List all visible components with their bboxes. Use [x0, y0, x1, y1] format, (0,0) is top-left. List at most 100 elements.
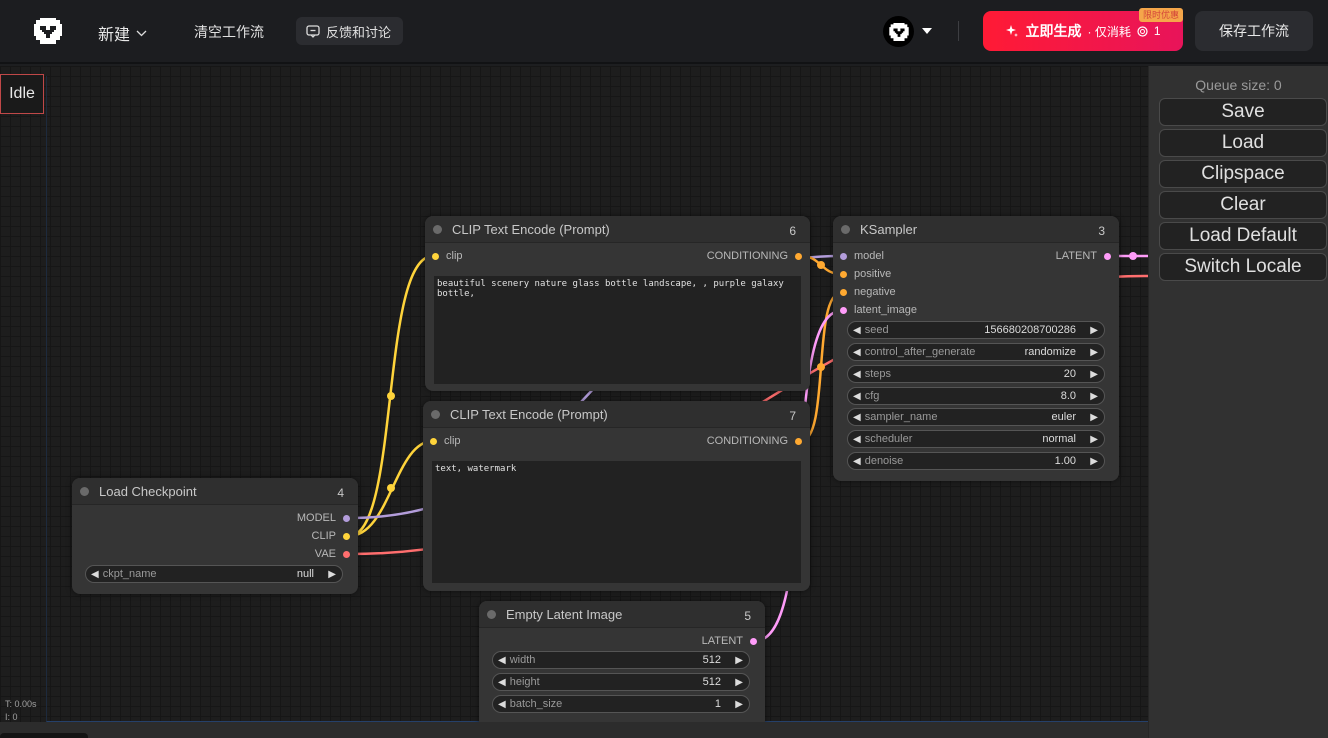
collapse-dot-icon[interactable]: [80, 486, 89, 496]
widget-seed[interactable]: ◀ seed 156680208700286 ▶: [847, 321, 1105, 339]
node-clip-text-encode-positive[interactable]: CLIP Text Encode (Prompt) 6 clip CONDITI…: [425, 216, 810, 391]
slot-dot-icon[interactable]: [840, 270, 847, 278]
bottom-tab[interactable]: [0, 733, 88, 738]
link-midpoint[interactable]: [387, 484, 395, 492]
stats-time: T: 0.00s: [5, 699, 37, 709]
decrement-arrow-icon[interactable]: ◀: [498, 677, 506, 688]
slot-dot-icon[interactable]: [343, 550, 350, 558]
slot-dot-icon[interactable]: [840, 252, 847, 260]
prompt-textarea[interactable]: beautiful scenery nature glass bottle la…: [434, 276, 801, 384]
user-avatar[interactable]: [883, 16, 914, 47]
decrement-arrow-icon[interactable]: ◀: [853, 369, 861, 380]
decrement-arrow-icon[interactable]: ◀: [91, 569, 99, 580]
decrement-arrow-icon[interactable]: ◀: [498, 699, 506, 710]
increment-arrow-icon[interactable]: ▶: [1090, 369, 1098, 380]
increment-arrow-icon[interactable]: ▶: [1090, 434, 1098, 445]
slot-dot-icon[interactable]: [343, 532, 350, 540]
increment-arrow-icon[interactable]: ▶: [1090, 391, 1098, 402]
widget-cfg[interactable]: ◀ cfg 8.0 ▶: [847, 387, 1105, 405]
widget-scheduler[interactable]: ◀ scheduler normal ▶: [847, 430, 1105, 448]
widget-width[interactable]: ◀ width 512 ▶: [492, 651, 750, 669]
output-slot-conditioning[interactable]: CONDITIONING: [707, 432, 802, 450]
decrement-arrow-icon[interactable]: ◀: [853, 456, 861, 467]
node-title-bar[interactable]: Empty Latent Image 5: [479, 601, 765, 628]
pixel-skull-logo-icon[interactable]: [34, 18, 62, 44]
collapse-dot-icon[interactable]: [433, 224, 442, 234]
slot-dot-icon[interactable]: [795, 437, 802, 445]
save-button[interactable]: Save: [1159, 98, 1327, 126]
slot-dot-icon[interactable]: [840, 288, 847, 296]
widget-height[interactable]: ◀ height 512 ▶: [492, 673, 750, 691]
increment-arrow-icon[interactable]: ▶: [328, 569, 336, 580]
output-slot-model[interactable]: MODEL: [297, 509, 350, 527]
input-slot-latent-image[interactable]: latent_image: [840, 301, 917, 319]
widget-ckpt-name[interactable]: ◀ ckpt_name null ▶: [85, 565, 343, 583]
node-title-bar[interactable]: KSampler 3: [833, 216, 1119, 243]
output-slot-conditioning[interactable]: CONDITIONING: [707, 247, 802, 265]
collapse-dot-icon[interactable]: [841, 224, 850, 234]
node-graph-canvas[interactable]: CLIP Text Encode (Prompt) 6 clip CONDITI…: [0, 66, 1148, 738]
increment-arrow-icon[interactable]: ▶: [1090, 325, 1098, 336]
output-slot-latent[interactable]: LATENT: [1056, 247, 1111, 265]
switch-locale-button[interactable]: Switch Locale: [1159, 253, 1327, 281]
clear-workflow-button[interactable]: 清空工作流: [194, 22, 264, 42]
slot-label: CONDITIONING: [706, 435, 788, 447]
account-dropdown-caret-icon[interactable]: [922, 28, 932, 34]
decrement-arrow-icon[interactable]: ◀: [853, 391, 861, 402]
increment-arrow-icon[interactable]: ▶: [1090, 347, 1098, 358]
node-ksampler[interactable]: KSampler 3 model positive negative laten…: [833, 216, 1119, 481]
new-menu-button[interactable]: 新建: [98, 21, 147, 45]
increment-arrow-icon[interactable]: ▶: [735, 655, 743, 666]
widget-batch-size[interactable]: ◀ batch_size 1 ▶: [492, 695, 750, 713]
input-slot-model[interactable]: model: [840, 247, 884, 265]
output-slot-latent[interactable]: LATENT: [702, 632, 757, 650]
link-midpoint[interactable]: [1129, 252, 1137, 260]
input-slot-positive[interactable]: positive: [840, 265, 891, 283]
prompt-textarea[interactable]: text, watermark: [432, 461, 801, 583]
load-default-button[interactable]: Load Default: [1159, 222, 1327, 250]
decrement-arrow-icon[interactable]: ◀: [853, 412, 861, 423]
link-midpoint[interactable]: [387, 392, 395, 400]
decrement-arrow-icon[interactable]: ◀: [853, 434, 861, 445]
save-workflow-button[interactable]: 保存工作流: [1195, 11, 1313, 51]
link-midpoint[interactable]: [817, 261, 825, 269]
decrement-arrow-icon[interactable]: ◀: [498, 655, 506, 666]
load-button[interactable]: Load: [1159, 129, 1327, 157]
increment-arrow-icon[interactable]: ▶: [1090, 412, 1098, 423]
input-slot-negative[interactable]: negative: [840, 283, 896, 301]
node-title-bar[interactable]: Load Checkpoint 4: [72, 478, 358, 505]
increment-arrow-icon[interactable]: ▶: [735, 699, 743, 710]
slot-dot-icon[interactable]: [430, 437, 437, 445]
widget-value: euler: [1051, 411, 1076, 423]
node-title-bar[interactable]: CLIP Text Encode (Prompt) 6: [425, 216, 810, 243]
decrement-arrow-icon[interactable]: ◀: [853, 347, 861, 358]
widget-denoise[interactable]: ◀ denoise 1.00 ▶: [847, 452, 1105, 470]
slot-dot-icon[interactable]: [1104, 252, 1111, 260]
collapse-dot-icon[interactable]: [431, 409, 440, 419]
slot-dot-icon[interactable]: [343, 514, 350, 522]
slot-dot-icon[interactable]: [432, 252, 439, 260]
output-slot-vae[interactable]: VAE: [315, 545, 350, 563]
node-title-bar[interactable]: CLIP Text Encode (Prompt) 7: [423, 401, 810, 428]
status-indicator: Idle: [0, 74, 44, 114]
slot-dot-icon[interactable]: [840, 306, 847, 314]
clear-button[interactable]: Clear: [1159, 191, 1327, 219]
widget-sampler-name[interactable]: ◀ sampler_name euler ▶: [847, 408, 1105, 426]
input-slot-clip[interactable]: clip: [430, 432, 461, 450]
widget-steps[interactable]: ◀ steps 20 ▶: [847, 365, 1105, 383]
link-midpoint[interactable]: [817, 363, 825, 371]
node-empty-latent-image[interactable]: Empty Latent Image 5 LATENT ◀ width 512 …: [479, 601, 765, 731]
widget-control-after-generate[interactable]: ◀ control_after_generate randomize ▶: [847, 343, 1105, 361]
increment-arrow-icon[interactable]: ▶: [735, 677, 743, 688]
node-load-checkpoint[interactable]: Load Checkpoint 4 MODEL CLIP VAE ◀ ckpt_…: [72, 478, 358, 594]
node-clip-text-encode-negative[interactable]: CLIP Text Encode (Prompt) 7 clip CONDITI…: [423, 401, 810, 591]
decrement-arrow-icon[interactable]: ◀: [853, 325, 861, 336]
clipspace-button[interactable]: Clipspace: [1159, 160, 1327, 188]
collapse-dot-icon[interactable]: [487, 609, 496, 619]
feedback-button[interactable]: 反馈和讨论: [296, 17, 404, 45]
input-slot-clip[interactable]: clip: [432, 247, 463, 265]
increment-arrow-icon[interactable]: ▶: [1090, 456, 1098, 467]
output-slot-clip[interactable]: CLIP: [312, 527, 350, 545]
slot-dot-icon[interactable]: [750, 637, 757, 645]
slot-dot-icon[interactable]: [795, 252, 802, 260]
